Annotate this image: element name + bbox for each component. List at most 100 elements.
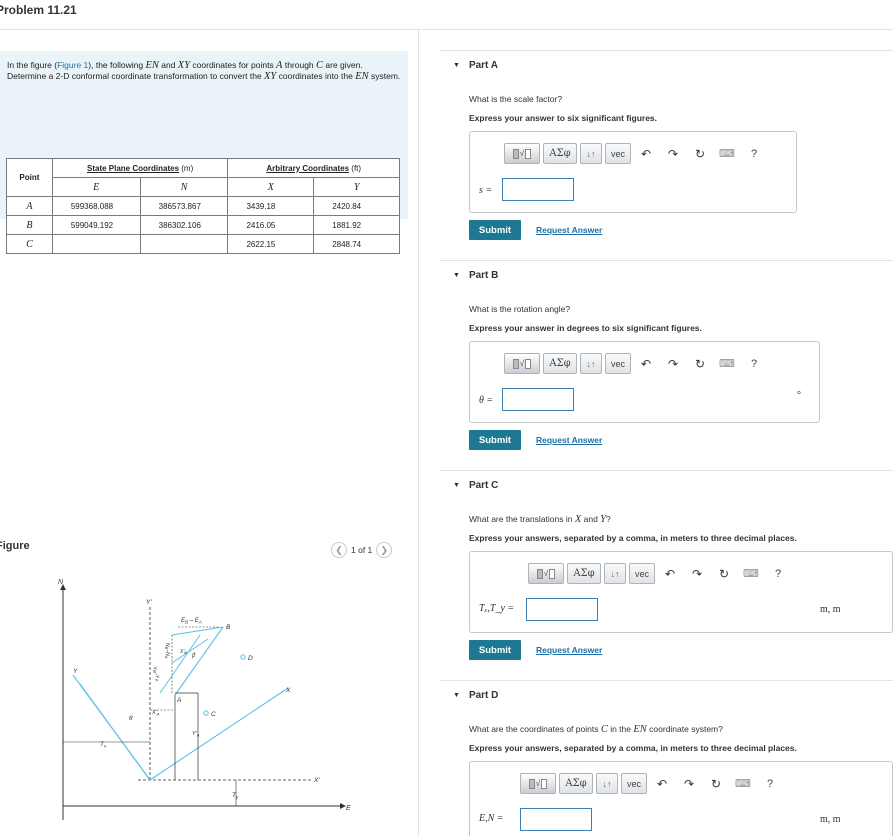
arrows-button[interactable]: ↓↑ bbox=[604, 563, 626, 584]
col-header-N: N bbox=[139, 177, 229, 197]
point-header: Point bbox=[6, 158, 53, 197]
caret-down-icon: ▼ bbox=[453, 62, 460, 69]
part-c-submit-button[interactable]: Submit bbox=[469, 640, 521, 660]
undo-icon[interactable]: ↶ bbox=[658, 567, 682, 581]
greek-symbols-button[interactable]: ΑΣφ bbox=[543, 353, 577, 374]
help-button[interactable]: ? bbox=[742, 358, 766, 370]
fraction-template-button[interactable]: √ bbox=[520, 773, 556, 794]
greek-symbols-button[interactable]: ΑΣφ bbox=[567, 563, 601, 584]
part-a-header[interactable]: ▼ Part A bbox=[453, 60, 498, 71]
table-row: A 599368.088 386573.867 3439.18 2420.84 bbox=[6, 196, 400, 216]
fraction-template-button[interactable]: √ bbox=[504, 353, 540, 374]
part-d-input[interactable] bbox=[520, 808, 592, 831]
label-y: Y bbox=[73, 668, 78, 675]
part-b-label: θ = bbox=[479, 395, 494, 406]
undo-icon[interactable]: ↶ bbox=[650, 777, 674, 791]
problem-statement: In the figure (Figure 1), the following … bbox=[7, 60, 401, 82]
keyboard-icon[interactable]: ⌨ bbox=[739, 567, 763, 580]
label-theta: θ bbox=[129, 715, 133, 722]
table-row: C 2622.15 2848.74 bbox=[6, 234, 400, 254]
keyboard-icon[interactable]: ⌨ bbox=[715, 147, 739, 160]
label-n: N bbox=[58, 579, 64, 586]
part-b-question: What is the rotation angle? bbox=[469, 304, 571, 314]
keyboard-icon[interactable]: ⌨ bbox=[715, 357, 739, 370]
title-divider bbox=[0, 29, 893, 30]
part-b: ▼ Part B What is the rotation angle? Expr… bbox=[440, 270, 893, 460]
y-axis-extension bbox=[79, 683, 151, 781]
figure-pager: ❮ 1 of 1 ❯ bbox=[331, 542, 393, 558]
reset-icon[interactable]: ↻ bbox=[688, 357, 712, 371]
redo-icon[interactable]: ↷ bbox=[677, 777, 701, 791]
part-a-submit-button[interactable]: Submit bbox=[469, 220, 521, 240]
part-a-input[interactable] bbox=[502, 178, 574, 201]
part-c-unit: m, m bbox=[820, 604, 841, 615]
chevron-left-icon[interactable]: ❮ bbox=[331, 542, 347, 558]
part-c-question: What are the translations in X and Y? bbox=[469, 514, 611, 525]
part-b-input[interactable] bbox=[502, 388, 574, 411]
part-c-header[interactable]: ▼ Part C bbox=[453, 480, 498, 491]
fraction-template-button[interactable]: √ bbox=[504, 143, 540, 164]
part-a: ▼ Part A What is the scale factor? Expres… bbox=[440, 60, 893, 250]
greek-symbols-button[interactable]: ΑΣφ bbox=[543, 143, 577, 164]
figure-link[interactable]: Figure 1 bbox=[57, 60, 88, 70]
part-b-unit: ° bbox=[797, 390, 801, 401]
line-to-b bbox=[171, 626, 224, 636]
part-d-header[interactable]: ▼ Part D bbox=[453, 690, 498, 701]
part-c-request-answer-link[interactable]: Request Answer bbox=[536, 645, 602, 655]
part-b-submit-button[interactable]: Submit bbox=[469, 430, 521, 450]
part-b-header[interactable]: ▼ Part B bbox=[453, 270, 498, 281]
label-b: B bbox=[226, 624, 231, 631]
vector-button[interactable]: vec bbox=[629, 563, 655, 584]
reset-icon[interactable]: ↻ bbox=[688, 147, 712, 161]
redo-icon[interactable]: ↷ bbox=[661, 147, 685, 161]
part-a-answer-box: √ ΑΣφ ↓↑ vec ↶ ↷ ↻ ⌨ ? s = bbox=[469, 131, 797, 213]
column-divider bbox=[418, 30, 419, 836]
col-header-Y: Y bbox=[313, 177, 400, 197]
math-toolbar: √ ΑΣφ ↓↑ vec ↶ ↷ ↻ ⌨ ? bbox=[504, 143, 766, 164]
point-c-marker bbox=[203, 710, 209, 716]
arrows-button[interactable]: ↓↑ bbox=[596, 773, 618, 794]
page-title: Problem 11.21 bbox=[0, 3, 77, 17]
arrows-button[interactable]: ↓↑ bbox=[580, 143, 602, 164]
label-xprime-a: X'A bbox=[151, 710, 160, 717]
part-d-question: What are the coordinates of points C in … bbox=[469, 724, 723, 735]
part-d-divider bbox=[440, 680, 893, 681]
vector-button[interactable]: vec bbox=[605, 353, 631, 374]
reset-icon[interactable]: ↻ bbox=[704, 777, 728, 791]
undo-icon[interactable]: ↶ bbox=[634, 357, 658, 371]
fraction-template-button[interactable]: √ bbox=[528, 563, 564, 584]
table-row: B 599049.192 386302.106 2416.05 1881.92 bbox=[6, 215, 400, 235]
help-button[interactable]: ? bbox=[742, 148, 766, 160]
part-a-instruction: Express your answer to six significant f… bbox=[469, 113, 658, 123]
part-a-divider bbox=[440, 50, 893, 51]
part-a-request-answer-link[interactable]: Request Answer bbox=[536, 225, 602, 235]
greek-symbols-button[interactable]: ΑΣφ bbox=[559, 773, 593, 794]
col-header-E: E bbox=[51, 177, 141, 197]
part-d-unit: m, m bbox=[820, 814, 841, 825]
math-toolbar: √ ΑΣφ ↓↑ vec ↶ ↷ ↻ ⌨ ? bbox=[520, 773, 782, 794]
reset-icon[interactable]: ↻ bbox=[712, 567, 736, 581]
vector-button[interactable]: vec bbox=[621, 773, 647, 794]
x-axis-rotated bbox=[149, 687, 289, 781]
label-xprime: X' bbox=[313, 777, 320, 784]
label-yb-ya: YB–YA bbox=[151, 666, 161, 682]
part-c-input[interactable] bbox=[526, 598, 598, 621]
help-button[interactable]: ? bbox=[758, 778, 782, 790]
label-x: X bbox=[285, 687, 291, 694]
redo-icon[interactable]: ↷ bbox=[685, 567, 709, 581]
arrows-button[interactable]: ↓↑ bbox=[580, 353, 602, 374]
part-c-instruction: Express your answers, separated by a com… bbox=[469, 533, 797, 543]
caret-down-icon: ▼ bbox=[453, 692, 460, 699]
label-xb: X'B bbox=[179, 649, 187, 655]
vector-button[interactable]: vec bbox=[605, 143, 631, 164]
chevron-right-icon[interactable]: ❯ bbox=[376, 542, 393, 558]
part-b-request-answer-link[interactable]: Request Answer bbox=[536, 435, 602, 445]
arbitrary-header: Arbitrary Coordinates (ft) bbox=[227, 158, 400, 178]
col-header-X: X bbox=[227, 177, 315, 197]
label-beta: β bbox=[191, 653, 196, 659]
keyboard-icon[interactable]: ⌨ bbox=[731, 777, 755, 790]
help-button[interactable]: ? bbox=[766, 568, 790, 580]
redo-icon[interactable]: ↷ bbox=[661, 357, 685, 371]
undo-icon[interactable]: ↶ bbox=[634, 147, 658, 161]
part-d: ▼ Part D What are the coordinates of poin… bbox=[440, 690, 893, 836]
